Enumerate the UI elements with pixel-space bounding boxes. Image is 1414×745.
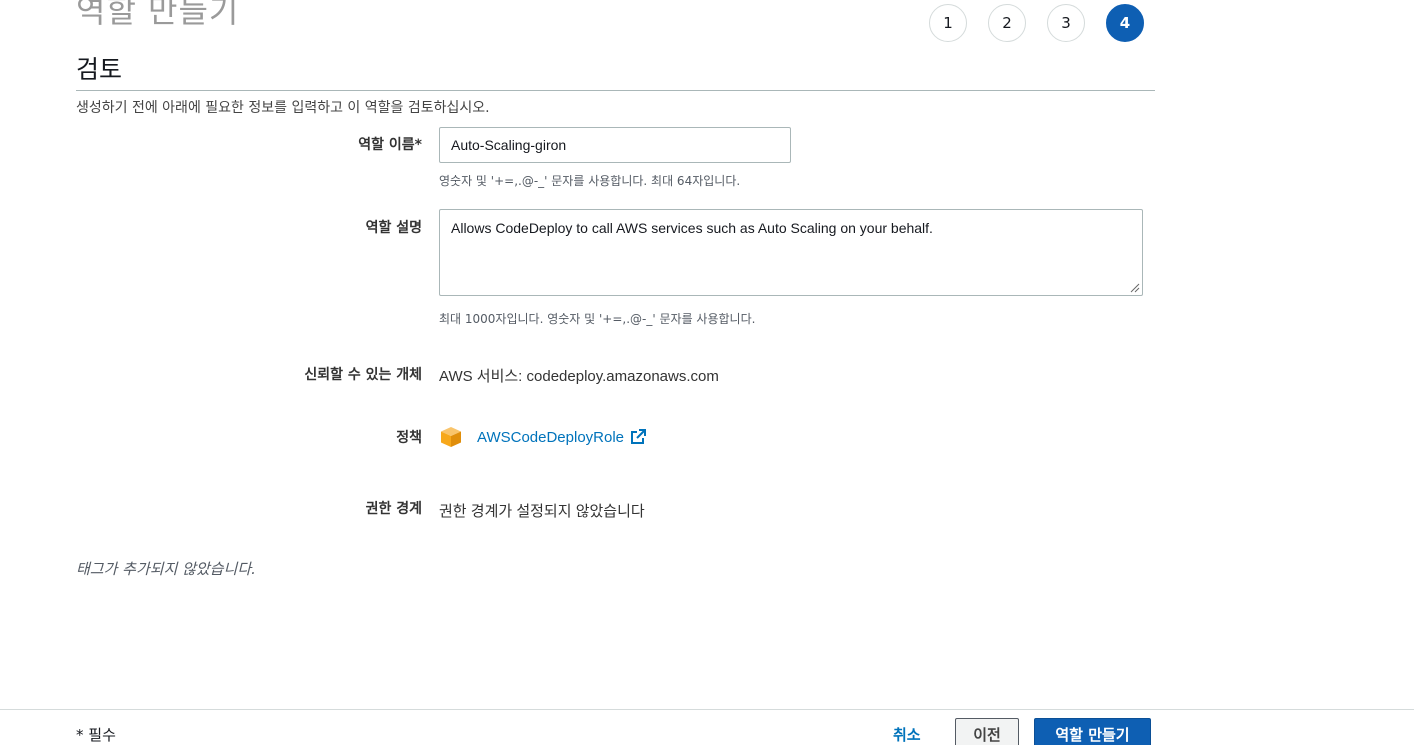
step-3[interactable]: 3 [1047, 4, 1085, 42]
create-role-review-page: 역할 만들기 1 2 3 4 검토 생성하기 전에 아래에 필요한 정보를 입력… [0, 0, 1414, 745]
tags-note: 태그가 추가되지 않았습니다. [76, 560, 256, 578]
role-description-label: 역할 설명 [365, 220, 422, 236]
section-divider [76, 90, 1155, 91]
page-title: 역할 만들기 [76, 0, 240, 30]
role-description-value: Allows CodeDeploy to call AWS services s… [451, 220, 933, 236]
required-note: * 필수 [76, 726, 116, 744]
role-name-label: 역할 이름* [358, 137, 422, 153]
policies-label: 정책 [396, 430, 422, 446]
role-name-value: Auto-Scaling-giron [451, 137, 567, 153]
section-title: 검토 [76, 55, 123, 84]
step-2[interactable]: 2 [988, 4, 1026, 42]
wizard-steps: 1 2 3 4 [929, 4, 1165, 42]
policy-box-icon [441, 427, 461, 447]
policy-item: AWSCodeDeployRole [439, 425, 647, 449]
permissions-boundary-value: 권한 경계가 설정되지 않았습니다 [439, 503, 645, 520]
create-role-button[interactable]: 역할 만들기 [1034, 718, 1151, 745]
step-1[interactable]: 1 [929, 4, 967, 42]
trusted-entity-value: AWS 서비스: codedeploy.amazonaws.com [439, 368, 719, 385]
external-link-icon[interactable] [629, 428, 647, 446]
role-description-textarea[interactable]: Allows CodeDeploy to call AWS services s… [439, 209, 1143, 296]
previous-button[interactable]: 이전 [955, 718, 1019, 745]
role-name-input[interactable]: Auto-Scaling-giron [439, 127, 791, 163]
cancel-button[interactable]: 취소 [893, 724, 921, 745]
policy-link-awscodedeployrole[interactable]: AWSCodeDeployRole [477, 429, 624, 446]
section-intro: 생성하기 전에 아래에 필요한 정보를 입력하고 이 역할을 검토하십시오. [76, 100, 490, 116]
resize-grip-icon[interactable] [1130, 283, 1140, 293]
footer-divider [0, 709, 1414, 710]
step-4-active: 4 [1106, 4, 1144, 42]
trusted-entity-label: 신뢰할 수 있는 개체 [304, 367, 422, 383]
permissions-boundary-label: 권한 경계 [365, 501, 422, 517]
role-name-hint: 영숫자 및 '+=,.@-_' 문자를 사용합니다. 최대 64자입니다. [439, 174, 741, 188]
role-description-hint: 최대 1000자입니다. 영숫자 및 '+=,.@-_' 문자를 사용합니다. [439, 312, 756, 326]
